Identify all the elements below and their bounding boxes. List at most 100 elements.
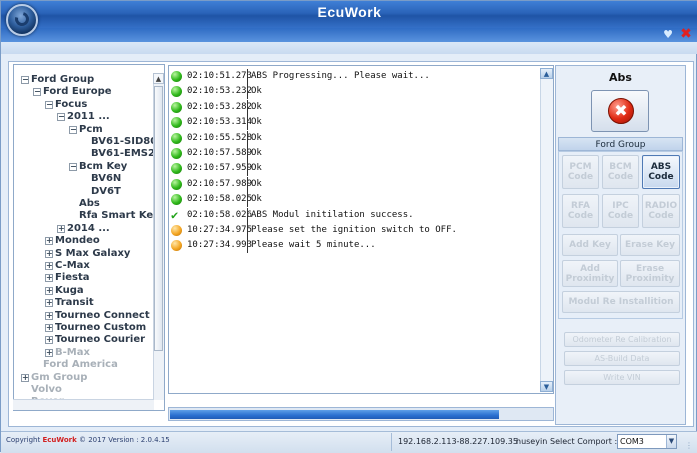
tree-item[interactable]: BV6N: [91, 173, 121, 185]
log-scroll-up-icon[interactable]: ▲: [540, 68, 553, 79]
bcm-code-button[interactable]: BCM Code: [602, 155, 639, 189]
tree-item[interactable]: + Gm Group: [21, 372, 87, 384]
collapse-icon[interactable]: −: [69, 125, 77, 134]
tree-item[interactable]: −2011 ...: [57, 111, 110, 123]
log-blank-area: [428, 357, 480, 393]
expand-icon[interactable]: +: [45, 262, 53, 270]
log-separator: [247, 146, 248, 161]
tree-item[interactable]: DV6T: [91, 186, 121, 198]
tree-horizontal-scrollbar[interactable]: [13, 399, 154, 410]
tree-item-label: Transit: [55, 297, 94, 309]
tree-item[interactable]: − Ford Europe: [33, 86, 112, 98]
expand-icon[interactable]: +: [45, 299, 53, 308]
log-entry: 10:27:34.975 Please set the ignition swit…: [169, 223, 541, 238]
log-separator: [247, 161, 248, 177]
ok-dot-icon: [171, 178, 182, 190]
log-vertical-scrollbar[interactable]: [540, 68, 553, 392]
erase-key-button[interactable]: Erase Key: [620, 234, 680, 256]
tree-item-label: Fiesta: [55, 272, 90, 284]
expand-icon[interactable]: +: [45, 237, 53, 246]
tree-item[interactable]: − Pcm: [69, 124, 103, 136]
tree-item[interactable]: + Tourneo Custom: [45, 322, 146, 334]
log-separator: [247, 238, 248, 254]
pcm-code-button[interactable]: PCM Code: [562, 155, 599, 189]
tree-item[interactable]: + S Max Galaxy: [45, 248, 130, 260]
tree-item[interactable]: Abs: [79, 198, 100, 210]
close-icon[interactable]: ✖: [679, 27, 693, 41]
tree-item[interactable]: +2014 ...: [57, 223, 110, 235]
status-separator: [391, 433, 392, 451]
tree-item[interactable]: Volvo: [31, 384, 62, 396]
log-entry: 02:10:53.314 Ok: [169, 115, 541, 131]
write-vin-button[interactable]: Write VIN: [564, 370, 680, 385]
add-proximity-button[interactable]: Add Proximity: [562, 260, 618, 287]
tree-item[interactable]: − Bcm Key: [69, 161, 127, 173]
log-message: Ok: [251, 178, 262, 189]
log-time: 10:27:34.975: [187, 225, 253, 235]
log-time: 10:27:34.993: [187, 240, 253, 251]
tree-item[interactable]: + B-Max: [45, 347, 90, 359]
tree-scroll-thumb[interactable]: [154, 86, 163, 351]
tree-scroll-up-icon[interactable]: ▲: [153, 73, 164, 84]
log-entry: 02:10:58.025 Ok: [169, 192, 541, 208]
tree-item-label: 2014 ...: [67, 222, 110, 234]
expand-icon[interactable]: +: [45, 324, 53, 332]
tree-item[interactable]: + Mondeo: [45, 235, 100, 247]
modul-re-installation-button[interactable]: Modul Re Installition: [562, 291, 680, 313]
help-icon[interactable]: ♥: [661, 28, 675, 41]
tree-item[interactable]: + C-Max: [45, 260, 90, 272]
add-key-button[interactable]: Add Key: [562, 234, 618, 256]
tree-item-label: Tourneo Courier: [55, 334, 146, 346]
expand-icon[interactable]: +: [45, 311, 53, 320]
collapse-icon[interactable]: −: [45, 100, 53, 109]
app-orb-icon[interactable]: [6, 4, 38, 36]
as-build-data-button[interactable]: AS-Build Data: [564, 351, 680, 366]
tree-item[interactable]: + Tourneo Courier: [45, 334, 145, 346]
log-time: 02:10:57.589: [187, 148, 253, 158]
log-entry: 02:10:57.589 Ok: [169, 146, 541, 161]
tree-item[interactable]: Rfa Smart Key: [79, 210, 160, 222]
collapse-icon[interactable]: −: [69, 162, 77, 171]
tree-item-label: Mondeo: [55, 235, 100, 247]
expand-icon[interactable]: +: [45, 336, 53, 345]
collapse-icon[interactable]: −: [57, 113, 65, 122]
tree-item[interactable]: BV61-EMS22: [91, 148, 162, 160]
copyright-prefix: Copyright: [6, 436, 43, 444]
module-close-button[interactable]: ✖: [591, 90, 649, 132]
radio-code-button[interactable]: RADIO Code: [642, 194, 680, 228]
expand-icon[interactable]: +: [57, 224, 65, 233]
tree-item[interactable]: + Kuga: [45, 285, 84, 297]
tree-item[interactable]: − Ford Group: [21, 74, 94, 86]
erase-proximity-button[interactable]: Erase Proximity: [620, 260, 680, 287]
tree-item-label: Tourneo Connect: [55, 309, 150, 321]
odometer-recalibration-button[interactable]: Odometer Re Calibration: [564, 332, 680, 347]
tree-item-label: Ford Group: [31, 74, 95, 85]
log-message: Please set the ignition switch to OFF.: [251, 225, 457, 235]
tree-item[interactable]: + Tourneo Connect: [45, 310, 150, 322]
abs-code-button[interactable]: ABS Code: [642, 155, 680, 189]
brand-name: EcuWork: [42, 436, 77, 444]
tree-item[interactable]: BV61-SID80: [91, 136, 157, 148]
tree-item-label: Ford America: [43, 359, 118, 371]
log-entry: 02:10:53.232 Ok: [169, 84, 541, 100]
tree-item[interactable]: + Fiesta: [45, 272, 90, 284]
expand-icon[interactable]: +: [45, 286, 53, 295]
log-separator: [247, 84, 248, 100]
expand-icon[interactable]: +: [45, 348, 53, 357]
rfa-code-button[interactable]: RFA Code: [562, 194, 599, 228]
copyright-text: Copyright EcuWork © 2017 Version : 2.0.4…: [6, 436, 170, 444]
expand-icon[interactable]: +: [45, 249, 53, 258]
collapse-icon[interactable]: −: [33, 88, 41, 97]
chevron-down-icon[interactable]: ▼: [666, 435, 676, 448]
log-message: Ok: [251, 148, 262, 158]
tree-item[interactable]: + Transit: [45, 297, 94, 309]
tree-item[interactable]: − Focus: [45, 99, 87, 111]
collapse-icon[interactable]: −: [21, 76, 29, 84]
ipc-code-button[interactable]: IPC Code: [602, 194, 639, 228]
resize-grip-icon[interactable]: ⋮: [685, 441, 695, 451]
tree-item[interactable]: Ford America: [43, 359, 118, 371]
expand-icon[interactable]: +: [21, 373, 29, 382]
log-scroll-down-icon[interactable]: ▼: [540, 381, 553, 392]
vehicle-tree[interactable]: − Ford Group − Ford Europe − Focus −2011 ... − P…: [13, 64, 165, 411]
expand-icon[interactable]: +: [45, 274, 53, 283]
